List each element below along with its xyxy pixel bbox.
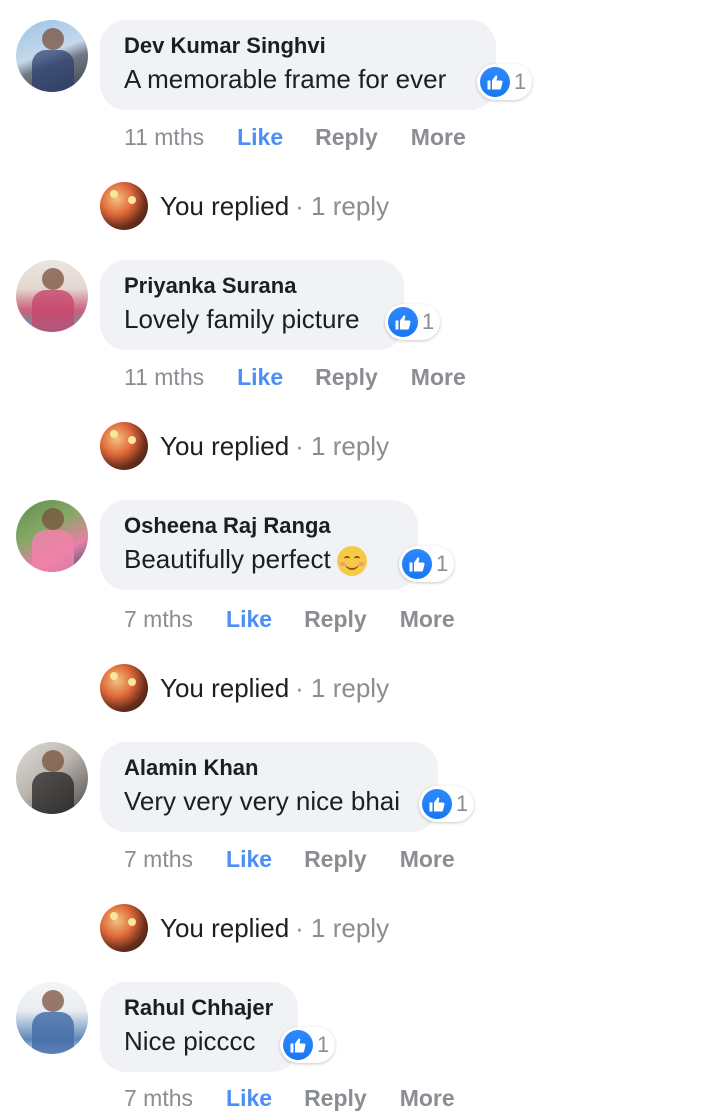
like-thumb-icon [283, 1030, 313, 1060]
comment-text: Very very very nice bhai [124, 786, 401, 816]
avatar-highlight [110, 672, 118, 680]
reaction-count: 1 [456, 791, 469, 816]
reaction-badge[interactable]: 1 [477, 64, 533, 100]
avatar-highlight [110, 912, 118, 920]
avatar-figure-body [32, 530, 74, 572]
comment-bubble[interactable]: Rahul Chhajer Nice picccc [100, 982, 298, 1072]
more-link[interactable]: More [400, 606, 455, 633]
like-thumb-icon [402, 549, 432, 579]
more-link[interactable]: More [411, 364, 466, 391]
like-link[interactable]: Like [237, 364, 283, 391]
comment-bubble[interactable]: Priyanka Surana Lovely family picture [100, 260, 404, 350]
avatar-figure [42, 268, 64, 290]
comment-author[interactable]: Priyanka Surana [124, 272, 380, 300]
my-avatar [100, 664, 148, 712]
more-link[interactable]: More [400, 846, 455, 873]
reaction-badge[interactable]: 1 [280, 1027, 336, 1063]
comment-text: Lovely family picture [124, 304, 360, 334]
avatar-highlight [128, 436, 136, 444]
avatar-highlight [128, 918, 136, 926]
reply-count: · 1 reply [295, 430, 390, 461]
avatar[interactable] [16, 742, 88, 814]
avatar-highlight [128, 678, 136, 686]
comment-text: Nice picccc [124, 1026, 256, 1056]
you-replied-label: You replied [160, 672, 290, 703]
my-avatar [100, 904, 148, 952]
more-link[interactable]: More [411, 124, 466, 151]
avatar-figure-body [32, 290, 74, 332]
comment-timestamp[interactable]: 11 mths [124, 124, 204, 151]
avatar-highlight [128, 196, 136, 204]
like-link[interactable]: Like [237, 124, 283, 151]
comment-author[interactable]: Alamin Khan [124, 754, 414, 782]
reply-link[interactable]: Reply [304, 606, 367, 633]
comment-actions: 7 mths Like Reply More [124, 1085, 455, 1112]
comment-bubble[interactable]: Osheena Raj Ranga Beautifully perfect [100, 500, 418, 591]
reply-summary[interactable]: You replied · 1 reply [100, 182, 389, 230]
more-link[interactable]: More [400, 1085, 455, 1112]
reply-summary[interactable]: You replied · 1 reply [100, 904, 389, 952]
you-replied-label: You replied [160, 190, 290, 221]
reaction-badge[interactable]: 1 [385, 304, 441, 340]
comment-actions: 7 mths Like Reply More [124, 846, 455, 873]
avatar-figure-body [32, 772, 74, 814]
avatar[interactable] [16, 500, 88, 572]
reply-link[interactable]: Reply [315, 124, 378, 151]
my-avatar [100, 422, 148, 470]
reply-link[interactable]: Reply [304, 1085, 367, 1112]
avatar[interactable] [16, 20, 88, 92]
comment-bubble[interactable]: Alamin Khan Very very very nice bhai [100, 742, 438, 832]
comment-timestamp[interactable]: 7 mths [124, 606, 193, 633]
reply-count: · 1 reply [295, 672, 390, 703]
comment-actions: 11 mths Like Reply More [124, 124, 466, 151]
comment-actions: 7 mths Like Reply More [124, 606, 455, 633]
reply-link[interactable]: Reply [304, 846, 367, 873]
comment-text-body: Beautifully perfect [124, 544, 331, 574]
like-thumb-icon [422, 789, 452, 819]
reaction-count: 1 [514, 69, 527, 94]
avatar-figure-body [32, 50, 74, 92]
reply-link[interactable]: Reply [315, 364, 378, 391]
comment-author[interactable]: Rahul Chhajer [124, 994, 274, 1022]
like-thumb-icon [388, 307, 418, 337]
you-replied-label: You replied [160, 912, 290, 943]
comment-bubble[interactable]: Dev Kumar Singhvi A memorable frame for … [100, 20, 496, 110]
reaction-badge[interactable]: 1 [399, 546, 455, 582]
reaction-count: 1 [317, 1032, 330, 1057]
like-link[interactable]: Like [226, 1085, 272, 1112]
comment-author[interactable]: Osheena Raj Ranga [124, 512, 394, 540]
like-link[interactable]: Like [226, 846, 272, 873]
reply-count: · 1 reply [295, 190, 390, 221]
like-thumb-icon [480, 67, 510, 97]
reply-summary[interactable]: You replied · 1 reply [100, 664, 389, 712]
you-replied-label: You replied [160, 430, 290, 461]
comment-text: Beautifully perfect [124, 542, 394, 577]
smiling-face-emoji-icon [336, 546, 367, 577]
avatar-highlight [110, 430, 118, 438]
avatar-highlight [110, 190, 118, 198]
avatar-figure [42, 990, 64, 1012]
avatar-figure [42, 750, 64, 772]
avatar-figure-body [32, 1012, 74, 1054]
reaction-count: 1 [422, 309, 435, 334]
comment-text: A memorable frame for ever [124, 64, 447, 94]
reaction-badge[interactable]: 1 [419, 786, 475, 822]
reaction-count: 1 [436, 551, 449, 576]
comment-author[interactable]: Dev Kumar Singhvi [124, 32, 472, 60]
avatar-figure [42, 28, 64, 50]
avatar-figure [42, 508, 64, 530]
reply-summary[interactable]: You replied · 1 reply [100, 422, 389, 470]
comment-timestamp[interactable]: 7 mths [124, 1085, 193, 1112]
avatar[interactable] [16, 260, 88, 332]
comment-actions: 11 mths Like Reply More [124, 364, 466, 391]
avatar[interactable] [16, 982, 88, 1054]
comment-timestamp[interactable]: 11 mths [124, 364, 204, 391]
comment-timestamp[interactable]: 7 mths [124, 846, 193, 873]
reply-count: · 1 reply [295, 912, 390, 943]
my-avatar [100, 182, 148, 230]
like-link[interactable]: Like [226, 606, 272, 633]
